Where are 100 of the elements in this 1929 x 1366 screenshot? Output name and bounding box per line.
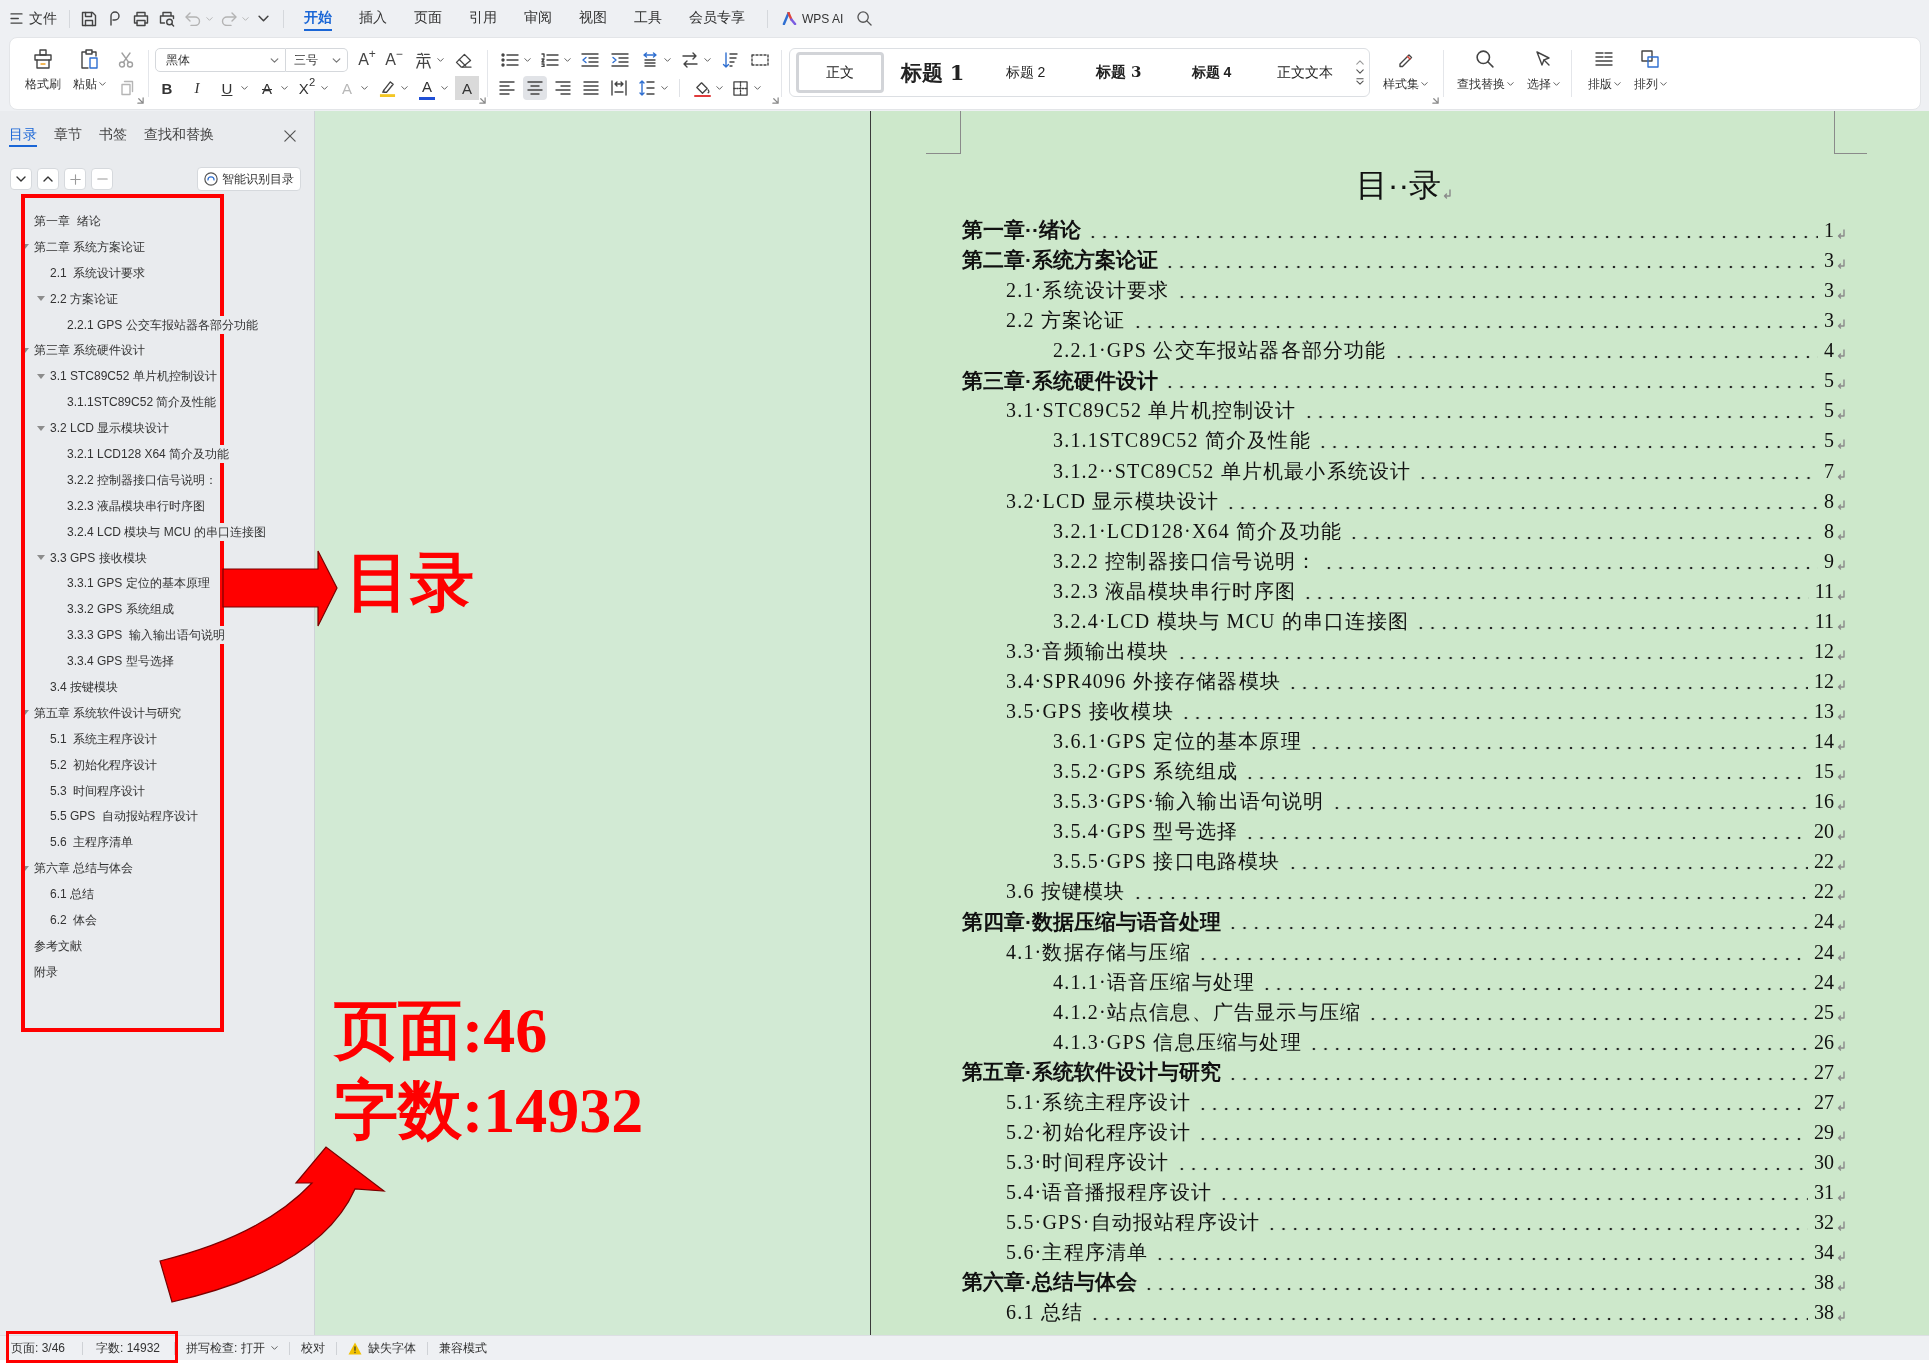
superscript-button[interactable]: X$^{2}$ <box>295 76 319 100</box>
caret-icon[interactable] <box>753 86 761 90</box>
caret-icon[interactable] <box>360 86 368 90</box>
scroll-down-icon[interactable] <box>1356 69 1364 74</box>
sidebar-tab[interactable]: 章节 <box>54 124 82 147</box>
outline-item[interactable]: 3.2.1 LCD128 X64 简介及功能 <box>67 444 230 463</box>
loop-icon[interactable] <box>110 11 120 26</box>
caret-icon[interactable] <box>400 86 408 90</box>
menu-tab[interactable]: 开始 <box>304 6 332 31</box>
caret-icon[interactable] <box>563 58 571 62</box>
caret-icon[interactable] <box>660 86 668 90</box>
caret-icon[interactable] <box>663 58 671 62</box>
style-option[interactable]: 标题 1 <box>888 52 977 93</box>
arrange-button[interactable]: 排列 <box>1630 38 1670 100</box>
grow-font-button[interactable]: A$^{+}$ <box>355 48 379 72</box>
expanded-triangle-icon[interactable] <box>37 425 45 431</box>
select-button[interactable]: 选择 <box>1524 38 1562 100</box>
menu-tab[interactable]: 视图 <box>579 6 607 31</box>
outline-item[interactable]: 3.2.3 液晶模块串行时序图 <box>67 496 206 515</box>
outline-item[interactable]: 3.2.4 LCD 模块与 MCU 的串口连接图 <box>67 522 267 541</box>
up-button[interactable] <box>37 168 59 190</box>
layout-button[interactable]: 排版 <box>1584 38 1624 100</box>
menu-tab[interactable]: 引用 <box>469 6 497 31</box>
line-spacing-icon[interactable] <box>639 80 655 96</box>
style-option[interactable]: 标题 4 <box>1167 52 1256 93</box>
caret-icon[interactable] <box>703 58 711 62</box>
swap-arrows-icon[interactable] <box>682 52 698 68</box>
style-set-button[interactable]: 样式集 <box>1380 38 1430 100</box>
ai-button[interactable]: WPS AI <box>782 9 844 28</box>
caret-icon[interactable] <box>523 58 531 62</box>
menu-tab[interactable]: 工具 <box>634 6 662 31</box>
style-option[interactable]: 正文文本 <box>1260 52 1349 93</box>
file-menu-button[interactable]: 文件 <box>10 5 57 32</box>
outline-item[interactable]: 第五章 系统软件设计与研究 <box>34 703 182 722</box>
caret-icon[interactable] <box>280 86 288 90</box>
menu-tab[interactable]: 审阅 <box>524 6 552 31</box>
italic-button[interactable]: I <box>185 76 209 100</box>
caret-icon[interactable] <box>440 86 448 90</box>
spell-check-dropdown[interactable]: 拼写检查: 打开 <box>175 1339 289 1357</box>
outline-item[interactable]: 5.1 系统主程序设计 <box>50 729 158 748</box>
format-painter-button[interactable]: 格式刷 <box>19 38 67 100</box>
sort-icon[interactable] <box>722 52 738 68</box>
paint-bucket-icon[interactable] <box>693 79 711 97</box>
more-styles-icon[interactable] <box>1356 78 1364 85</box>
caret-icon[interactable] <box>436 58 444 62</box>
style-option[interactable]: 标题 3 <box>1074 52 1163 93</box>
outline-item[interactable]: 5.2 初始化程序设计 <box>50 755 158 774</box>
paste-button[interactable]: 粘贴 <box>68 38 110 100</box>
border-icon[interactable] <box>732 80 748 96</box>
menu-tab[interactable]: 会员专享 <box>689 6 745 31</box>
numbered-list-icon[interactable] <box>541 53 559 67</box>
strikethrough-button[interactable]: A <box>255 76 279 100</box>
bullet-list-icon[interactable] <box>501 53 519 67</box>
expanded-triangle-icon[interactable] <box>37 555 45 560</box>
increase-indent-icon[interactable] <box>611 53 629 67</box>
chevron-down-icon[interactable] <box>257 15 269 22</box>
eraser-icon[interactable] <box>454 52 472 68</box>
font-size-dropdown[interactable]: 三号 <box>286 48 348 72</box>
font-name-dropdown[interactable]: 黑体 <box>155 48 286 72</box>
outline-item[interactable]: 2.2 方案论证 <box>50 289 118 308</box>
caret-icon[interactable] <box>320 86 328 90</box>
caret-icon[interactable] <box>240 86 248 90</box>
scissors-icon[interactable] <box>117 52 134 68</box>
smart-toc-button[interactable]: 智能识别目录 <box>197 167 301 191</box>
sidebar-tab[interactable]: 目录 <box>9 124 37 147</box>
decrease-indent-icon[interactable] <box>581 53 599 67</box>
sidebar-tab[interactable]: 书签 <box>99 124 127 147</box>
status-button[interactable]: 兼容模式 <box>427 1339 498 1357</box>
menu-tab[interactable]: 页面 <box>414 6 442 31</box>
dialog-launcher-icon[interactable] <box>137 97 144 104</box>
dialog-launcher-icon[interactable] <box>1432 97 1439 104</box>
outline-item[interactable]: 2.2.1 GPS 公交车报站器各部分功能 <box>67 315 258 334</box>
dialog-launcher-icon[interactable] <box>772 97 779 104</box>
outline-item[interactable]: 3.3.3 GPS 输入输出语句说明 <box>67 626 226 645</box>
status-button[interactable]: 校对 <box>289 1339 336 1357</box>
outline-item[interactable]: 第一章 绪论 <box>34 211 101 230</box>
expanded-triangle-icon[interactable] <box>37 296 45 302</box>
text-direction-icon[interactable] <box>641 52 659 68</box>
print-icon[interactable] <box>133 10 149 27</box>
menu-tab[interactable]: 插入 <box>359 6 387 31</box>
outline-item[interactable]: 5.3 时间程序设计 <box>50 781 146 800</box>
find-replace-button[interactable]: 查找替换 <box>1454 38 1516 100</box>
dialog-launcher-icon[interactable] <box>479 97 486 104</box>
outline-item[interactable]: 6.2 体会 <box>50 911 98 929</box>
plus-button[interactable] <box>64 168 86 190</box>
bold-button[interactable]: B <box>155 76 179 100</box>
sidebar-tab[interactable]: 查找和替换 <box>144 124 214 147</box>
down-button[interactable] <box>10 168 32 190</box>
underline-button[interactable]: U <box>215 76 239 100</box>
close-icon[interactable] <box>284 129 296 142</box>
save-icon[interactable] <box>81 10 97 27</box>
search-icon[interactable] <box>857 11 873 26</box>
phonetic-guide-icon[interactable] <box>414 51 432 69</box>
align-center-button[interactable] <box>523 76 547 100</box>
highlighter-icon[interactable] <box>378 79 396 97</box>
missing-fonts-button[interactable]: 缺失字体 <box>336 1339 427 1357</box>
outline-item[interactable]: 第二章 系统方案论证 <box>34 237 146 256</box>
caret-icon[interactable] <box>715 86 723 90</box>
style-option[interactable]: 标题 2 <box>981 52 1070 93</box>
print-preview-icon[interactable] <box>159 10 175 27</box>
